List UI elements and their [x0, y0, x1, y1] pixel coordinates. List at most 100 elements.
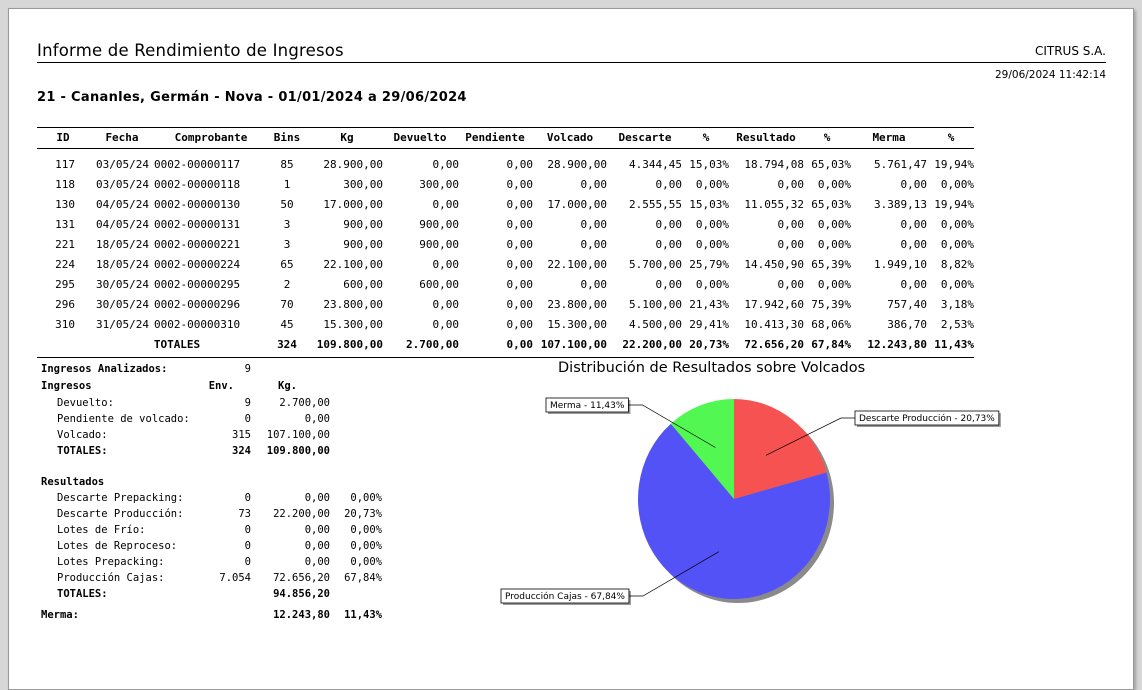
totals-cell: 0,00 [506, 338, 534, 351]
table-cell: 03/05/24 [96, 158, 149, 171]
kg-column-header: Kg. [278, 380, 297, 392]
pie-label: Producción Cajas - 67,84% [505, 591, 625, 602]
column-header: ID [56, 131, 70, 144]
column-header: Fecha [105, 131, 139, 144]
table-cell: 0,00 [506, 258, 534, 271]
resultados-label: Producción Cajas: [57, 572, 165, 584]
ingresos-kg: 0,00 [304, 413, 330, 425]
resultados-env: 7.054 [219, 572, 251, 584]
table-cell: 224 [55, 258, 75, 271]
resultados-env: 0 [244, 492, 251, 504]
resultados-env: 0 [244, 540, 251, 552]
ingresos-heading: Ingresos [41, 380, 92, 392]
table-cell: 0,00 [900, 218, 928, 231]
ingresos-env: 315 [232, 429, 251, 441]
resultados-pct: 0,00% [350, 492, 382, 504]
table-cell: 0,00% [817, 238, 851, 251]
table-cell: 15.300,00 [323, 318, 383, 331]
table-cell: 900,00 [419, 218, 459, 231]
table-cell: 19,94% [934, 158, 974, 171]
table-cell: 3 [283, 238, 291, 251]
merma-kg: 12.243,80 [273, 609, 330, 621]
resultados-heading: Resultados [41, 476, 105, 488]
table-cell: 0,00 [655, 178, 683, 191]
resultados-pct: 20,73% [344, 508, 382, 520]
merma-pct: 11,43% [344, 609, 382, 621]
pie-label: Descarte Producción - 20,73% [859, 413, 995, 424]
analyzed-value: 9 [244, 363, 251, 375]
table-cell: 0,00 [655, 238, 683, 251]
table-cell: 23.800,00 [547, 298, 607, 311]
resultados-env: 0 [244, 524, 251, 536]
table-cell: 4.500,00 [629, 318, 682, 331]
table-cell: 600,00 [419, 278, 459, 291]
ingresos-kg: 2.700,00 [279, 397, 330, 409]
table-cell: 15.300,00 [547, 318, 607, 331]
table-cell: 18/05/24 [96, 258, 149, 271]
table-cell: 2.555,55 [629, 198, 682, 211]
table-cell: 0002-00000296 [154, 298, 241, 311]
table-cell: 130 [55, 198, 75, 211]
column-header: Descarte [618, 131, 672, 144]
table-cell: 04/05/24 [96, 218, 149, 231]
ingresos-env: 0 [244, 413, 251, 425]
table-cell: 0,00 [506, 198, 534, 211]
table-cell: 3.389,13 [874, 198, 927, 211]
totals-cell: 324 [277, 338, 297, 351]
table-cell: 0,00 [580, 218, 608, 231]
table-cell: 70 [280, 298, 294, 311]
table-cell: 2 [283, 278, 291, 291]
table-cell: 5.100,00 [629, 298, 682, 311]
ingresos-label: Volcado: [57, 429, 108, 441]
ingresos-label: Pendiente de volcado: [57, 413, 190, 425]
table-cell: 30/05/24 [96, 278, 149, 291]
table-cell: 0,00 [506, 238, 534, 251]
table-cell: 04/05/24 [96, 198, 149, 211]
table-totals-rule [37, 357, 974, 358]
chart-title: Distribución de Resultados sobre Volcado… [558, 360, 866, 376]
table-cell: 300,00 [419, 178, 459, 191]
table-cell: 15,03% [689, 158, 729, 171]
table-cell: 295 [55, 278, 75, 291]
table-cell: 296 [55, 298, 75, 311]
table-cell: 17.000,00 [323, 198, 383, 211]
table-cell: 221 [55, 238, 75, 251]
table-cell: 14.450,90 [744, 258, 804, 271]
column-header: Comprobante [174, 131, 248, 144]
table-cell: 8,82% [940, 258, 974, 271]
table-cell: 0,00% [940, 218, 974, 231]
table-cell: 29,41% [689, 318, 729, 331]
table-cell: 0,00 [432, 318, 460, 331]
table-cell: 900,00 [419, 238, 459, 251]
table-cell: 0,00 [655, 278, 683, 291]
table-cell: 0,00 [506, 298, 534, 311]
column-header: Devuelto [393, 131, 447, 144]
column-header: Merma [872, 131, 906, 144]
totals-cell: 72.656,20 [744, 338, 804, 351]
table-cell: 0002-00000295 [154, 278, 241, 291]
table-cell: 0,00% [695, 238, 729, 251]
table-cell: 0,00 [900, 178, 928, 191]
column-header: % [702, 131, 710, 144]
resultados-pct: 0,00% [350, 524, 382, 536]
resultados-label: Descarte Prepacking: [57, 492, 184, 504]
table-cell: 18/05/24 [96, 238, 149, 251]
table-cell: 0,00 [432, 258, 460, 271]
table-cell: 0002-00000131 [154, 218, 241, 231]
table-cell: 0,00 [506, 158, 534, 171]
table-cell: 0,00 [432, 298, 460, 311]
table-cell: 0,00% [817, 218, 851, 231]
table-cell: 4.344,45 [629, 158, 682, 171]
table-cell: 17.000,00 [547, 198, 607, 211]
table-cell: 65,39% [811, 258, 851, 271]
table-cell: 23.800,00 [323, 298, 383, 311]
table-cell: 0,00 [777, 238, 805, 251]
column-header: Volcado [546, 131, 594, 144]
table-cell: 3 [283, 218, 291, 231]
table-cell: 0002-00000118 [154, 178, 241, 191]
totals-cell: 12.243,80 [867, 338, 927, 351]
table-cell: 0002-00000130 [154, 198, 241, 211]
resultados-label: Lotes Prepacking: [57, 556, 165, 568]
table-cell: 0,00 [900, 238, 928, 251]
resultados-label: Lotes de Reproceso: [57, 540, 178, 552]
